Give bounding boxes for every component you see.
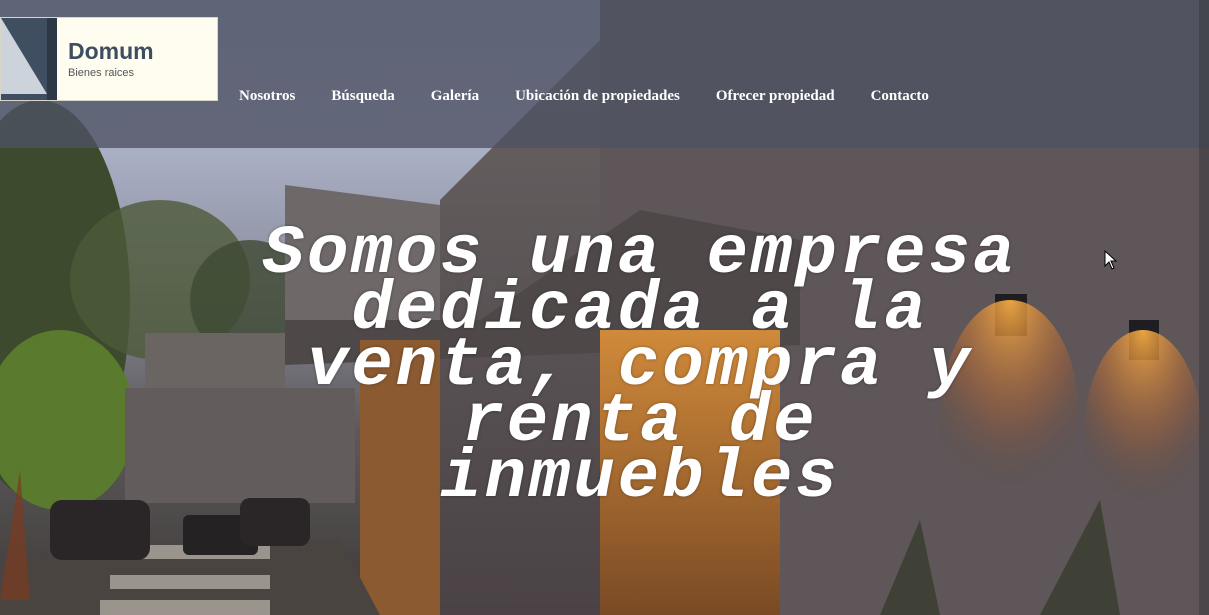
brand-tagline: Bienes raices bbox=[68, 67, 135, 79]
nav-item-ofrecer[interactable]: Ofrecer propiedad bbox=[716, 88, 835, 105]
scrollbar-track[interactable] bbox=[1199, 0, 1209, 615]
cursor-icon bbox=[1104, 250, 1118, 270]
brand-logo[interactable]: Domum Bienes raices bbox=[0, 17, 218, 101]
nav-item-nosotros[interactable]: Nosotros bbox=[239, 88, 295, 105]
main-nav: Nosotros Búsqueda Galería Ubicación de p… bbox=[239, 88, 965, 105]
nav-item-contacto[interactable]: Contacto bbox=[871, 88, 929, 105]
nav-item-galeria[interactable]: Galería bbox=[431, 88, 479, 105]
brand-name: Domum bbox=[68, 38, 154, 64]
logo-mark-icon bbox=[1, 18, 57, 100]
nav-item-ubicacion[interactable]: Ubicación de propiedades bbox=[515, 88, 680, 105]
nav-item-busqueda[interactable]: Búsqueda bbox=[331, 88, 394, 105]
hero-headline: Somos una empresa dedicada a la venta, c… bbox=[262, 215, 1018, 517]
